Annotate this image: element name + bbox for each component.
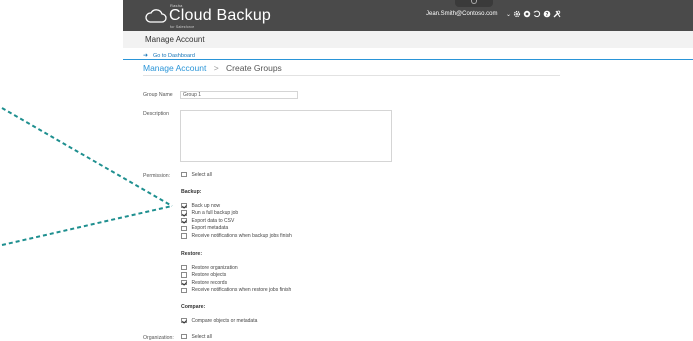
permission-option[interactable]: Run a full backup job bbox=[181, 210, 238, 217]
permission-option[interactable]: Receive notifications when backup jobs f… bbox=[181, 232, 292, 239]
permission-option-label: Receive notifications when backup jobs f… bbox=[191, 232, 292, 239]
permission-checkbox[interactable] bbox=[181, 217, 187, 224]
permission-option[interactable]: Export metadata bbox=[181, 225, 228, 232]
permission-checkbox[interactable] bbox=[181, 272, 187, 278]
permission-option[interactable]: Export data to CSV bbox=[181, 217, 234, 224]
breadcrumb: Manage Account > Create Groups bbox=[143, 63, 282, 73]
permission-option-label: Restore objects bbox=[191, 272, 227, 279]
description-label: Description bbox=[143, 111, 169, 117]
organization-select-all-checkbox[interactable] bbox=[181, 333, 187, 340]
permission-option-label: Receive notifications when restore jobs … bbox=[191, 287, 292, 294]
section-title-backup: Backup: bbox=[181, 189, 202, 195]
breadcrumb-divider bbox=[143, 75, 560, 76]
permission-option[interactable]: Restore records bbox=[181, 279, 227, 286]
camera-notch bbox=[455, 0, 493, 7]
permission-select-all[interactable]: Select all bbox=[181, 171, 212, 178]
breadcrumb-manage-account[interactable]: Manage Account bbox=[143, 63, 206, 73]
brand-logo[interactable]: Rasha Cloud Backup for Salesforce bbox=[145, 3, 272, 29]
breadcrumb-separator: > bbox=[213, 63, 219, 73]
permission-option-label: Back up now bbox=[191, 202, 221, 209]
permission-label: Permission: bbox=[143, 173, 171, 179]
brand-small-text: Rasha bbox=[170, 3, 183, 8]
help-circle-icon[interactable] bbox=[523, 10, 531, 18]
brand-title: Cloud Backup bbox=[169, 7, 272, 24]
permission-select-all-checkbox[interactable] bbox=[181, 171, 187, 178]
permission-option[interactable]: Restore objects bbox=[181, 272, 226, 279]
permission-checkbox[interactable] bbox=[181, 202, 187, 209]
permission-option-label: Export metadata bbox=[191, 225, 229, 232]
permission-checkbox[interactable] bbox=[181, 317, 187, 324]
organization-label: Organization: bbox=[143, 335, 174, 341]
svg-text:?: ? bbox=[546, 12, 549, 18]
permission-option-label: Compare objects or metadata bbox=[191, 317, 258, 324]
brand-sub-text: for Salesforce bbox=[170, 25, 195, 29]
accent-divider bbox=[123, 59, 693, 60]
permission-option-label: Restore organization bbox=[191, 264, 238, 271]
permission-option-label: Run a full backup job bbox=[191, 210, 239, 217]
permission-option[interactable]: Restore organization bbox=[181, 264, 238, 271]
section-title-compare: Compare: bbox=[181, 304, 206, 310]
organization-select-all-label: Select all bbox=[191, 333, 212, 340]
screenshot-root: Rasha Cloud Backup for Salesforce Jean.S… bbox=[0, 0, 693, 341]
page-title: Manage Account bbox=[145, 35, 205, 44]
organization-select-all[interactable]: Select all bbox=[181, 333, 212, 340]
tools-icon[interactable] bbox=[553, 10, 561, 18]
brand-name: Rasha Cloud Backup for Salesforce bbox=[169, 3, 272, 29]
cloud-icon bbox=[145, 9, 167, 23]
permission-option[interactable]: Compare objects or metadata bbox=[181, 317, 257, 324]
permission-checkbox[interactable] bbox=[181, 264, 187, 271]
permission-option-label: Restore records bbox=[191, 279, 228, 286]
permission-option-label: Export data to CSV bbox=[191, 217, 235, 224]
description-textarea[interactable] bbox=[180, 110, 392, 162]
refresh-icon[interactable] bbox=[533, 10, 541, 18]
breadcrumb-current: Create Groups bbox=[226, 63, 282, 73]
permission-checkbox[interactable] bbox=[181, 233, 187, 239]
permission-checkbox[interactable] bbox=[181, 279, 187, 286]
permission-checkbox[interactable] bbox=[181, 225, 187, 232]
question-icon[interactable]: ? bbox=[543, 10, 551, 18]
permission-option[interactable]: Back up now bbox=[181, 202, 220, 209]
group-name-input[interactable]: Group 1 bbox=[180, 91, 298, 99]
top-navigation-bar: Rasha Cloud Backup for Salesforce Jean.S… bbox=[123, 0, 693, 31]
go-to-dashboard-link[interactable]: ➜ Go to Dashboard bbox=[143, 52, 195, 59]
section-title-restore: Restore: bbox=[181, 251, 203, 257]
page-subheader: Manage Account bbox=[123, 31, 693, 48]
permission-select-all-label: Select all bbox=[191, 171, 212, 178]
permission-checkbox[interactable] bbox=[181, 210, 187, 216]
user-menu-chevron-icon[interactable]: ⌄ bbox=[506, 11, 511, 18]
permission-checkbox[interactable] bbox=[181, 287, 187, 294]
group-name-label: Group Name bbox=[143, 92, 173, 98]
gear-icon[interactable] bbox=[513, 10, 521, 18]
permission-option[interactable]: Receive notifications when restore jobs … bbox=[181, 287, 291, 294]
user-email[interactable]: Jean.Smith@Contoso.com bbox=[426, 11, 497, 17]
